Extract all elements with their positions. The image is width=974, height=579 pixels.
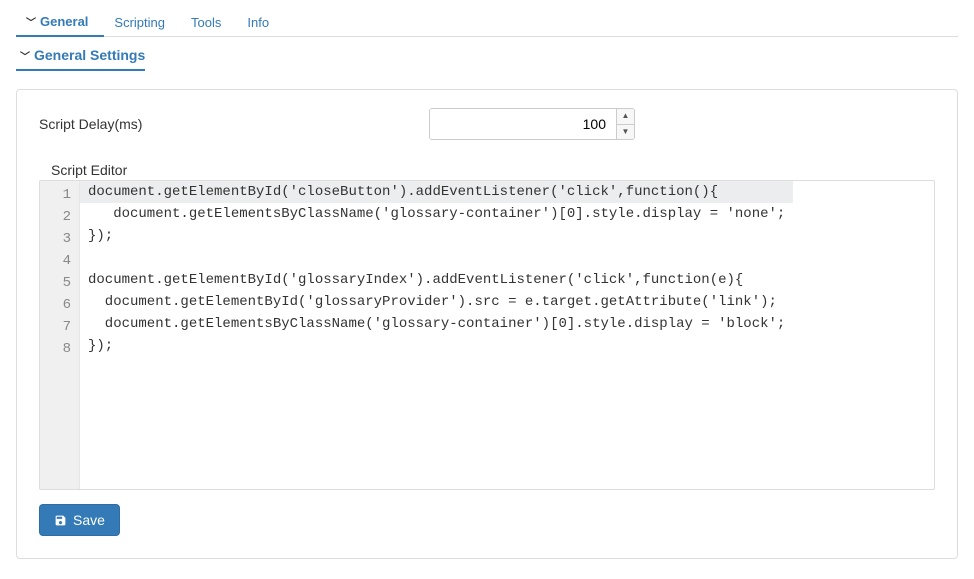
caret-up-icon: ▲ (622, 112, 630, 120)
tab-bar: ﹀ General Scripting Tools Info (16, 8, 958, 37)
editor-gutter: 1 2 3 4 5 6 7 8 (40, 181, 80, 489)
code-line[interactable]: document.getElementById('glossaryIndex')… (80, 269, 793, 291)
script-delay-label: Script Delay(ms) (39, 116, 429, 132)
code-line[interactable]: document.getElementsByClassName('glossar… (80, 203, 793, 225)
section-title: General Settings (34, 47, 145, 63)
tab-tools[interactable]: Tools (181, 8, 237, 36)
line-number: 7 (54, 316, 71, 338)
line-number: 2 (54, 206, 71, 228)
stepper-buttons: ▲ ▼ (616, 109, 634, 139)
tab-label: General (40, 14, 88, 29)
line-number: 6 (54, 294, 71, 316)
script-delay-stepper: ▲ ▼ (429, 108, 635, 140)
tab-scripting[interactable]: Scripting (104, 8, 181, 36)
code-line[interactable] (80, 247, 793, 269)
code-line[interactable]: document.getElementById('closeButton').a… (80, 181, 793, 203)
code-line[interactable]: }); (80, 225, 793, 247)
chevron-down-icon: ﹀ (20, 48, 30, 63)
code-line[interactable]: }); (80, 335, 793, 357)
line-number: 4 (54, 250, 71, 272)
section-toggle-general-settings[interactable]: ﹀ General Settings (16, 41, 145, 71)
field-script-delay: Script Delay(ms) ▲ ▼ (39, 108, 935, 140)
save-button-label: Save (73, 512, 105, 528)
tab-info[interactable]: Info (237, 8, 285, 36)
step-up-button[interactable]: ▲ (617, 109, 634, 125)
tab-label: Info (247, 15, 269, 30)
chevron-down-icon: ﹀ (26, 14, 36, 29)
script-editor-label: Script Editor (39, 162, 935, 178)
line-number: 3 (54, 228, 71, 250)
script-editor[interactable]: 1 2 3 4 5 6 7 8 document.getElementById(… (39, 180, 935, 490)
line-number: 1 (54, 184, 71, 206)
line-number: 8 (54, 338, 71, 360)
tab-general[interactable]: ﹀ General (16, 8, 104, 37)
code-line[interactable]: document.getElementById('glossaryProvide… (80, 291, 793, 313)
code-line[interactable]: document.getElementsByClassName('glossar… (80, 313, 793, 335)
editor-code-area[interactable]: document.getElementById('closeButton').a… (80, 181, 793, 489)
line-number: 5 (54, 272, 71, 294)
step-down-button[interactable]: ▼ (617, 125, 634, 140)
caret-down-icon: ▼ (622, 128, 630, 136)
script-delay-input[interactable] (430, 109, 616, 139)
save-button[interactable]: Save (39, 504, 120, 536)
tab-label: Tools (191, 15, 221, 30)
floppy-disk-icon (54, 514, 67, 527)
general-settings-panel: Script Delay(ms) ▲ ▼ Script Editor 1 2 3… (16, 89, 958, 559)
tab-label: Scripting (114, 15, 165, 30)
